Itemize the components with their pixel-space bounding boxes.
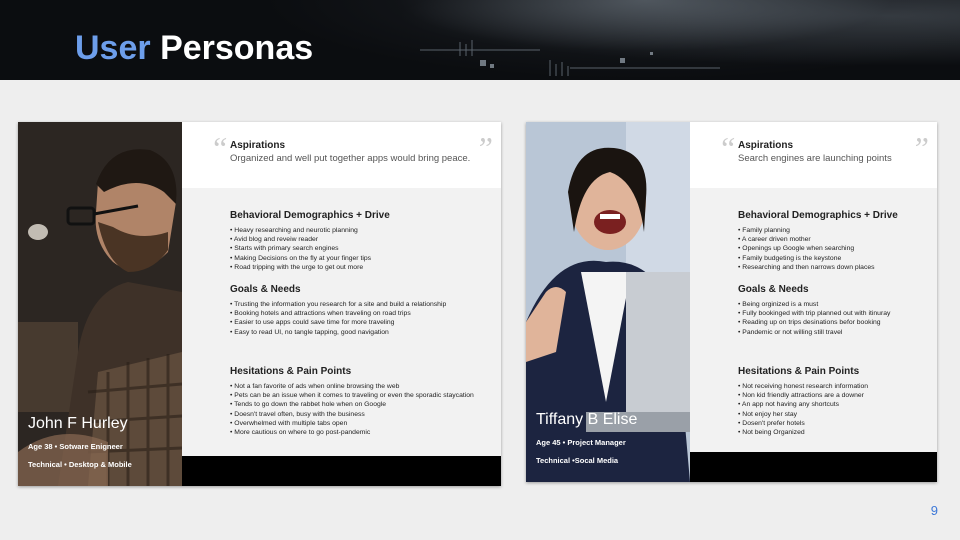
aspirations-heading: Aspirations: [738, 140, 794, 151]
persona-card-tiffany: Tiffany B Elise Age 45 • Project Manager…: [526, 122, 937, 482]
persona-technical: Technical •Socal Media: [536, 456, 619, 465]
open-quote-icon: “: [718, 130, 736, 166]
section-hesitations: Hesitations & Pain Points Not receiving …: [738, 366, 929, 437]
persona-details: “ Aspirations Search engines are launchi…: [690, 122, 937, 452]
section-hesitations: Hesitations & Pain Points Not a fan favo…: [230, 366, 493, 437]
list-item: Family budgeting is the keystone: [738, 254, 929, 263]
section-heading: Behavioral Demographics + Drive: [230, 210, 390, 221]
list-item: More cautious on where to go post-pandem…: [230, 428, 493, 437]
list-item: A career driven mother: [738, 235, 929, 244]
list-item: Making Decisions on the fly at your fing…: [230, 254, 493, 263]
page-title: User Personas: [75, 26, 313, 70]
list-item: Doesn't travel often, busy with the busi…: [230, 410, 493, 419]
persona-technical: Technical • Desktop & Mobile: [28, 460, 132, 469]
list-item: Non kid friendly attractions are a downe…: [738, 391, 929, 400]
persona-photo-tiffany: Tiffany B Elise Age 45 • Project Manager…: [526, 122, 690, 482]
header-tech-graphic: [420, 40, 720, 76]
title-accent-word: User: [75, 29, 151, 67]
close-quote-icon: ”: [475, 130, 493, 166]
list-item: Booking hotels and attractions when trav…: [230, 309, 493, 318]
section-heading: Hesitations & Pain Points: [738, 366, 860, 377]
list-item: Easier to use apps could save time for m…: [230, 318, 493, 327]
section-behavioral: Behavioral Demographics + Drive Heavy re…: [230, 210, 493, 272]
persona-name-block: Tiffany B Elise Age 45 • Project Manager…: [526, 410, 690, 482]
aspirations-box: “ Aspirations Search engines are launchi…: [690, 122, 937, 188]
persona-name: Tiffany B Elise: [536, 411, 638, 428]
list-item: Being orginized is a must: [738, 300, 929, 309]
card-footer-bar: [690, 452, 937, 482]
list-item: Not being Organized: [738, 428, 929, 437]
list-item: Not a fan favorite of ads when online br…: [230, 382, 493, 391]
aspirations-text: Search engines are launching points: [738, 153, 892, 164]
list-item: Road tripping with the urge to get out m…: [230, 263, 493, 272]
section-goals: Goals & Needs Trusting the information y…: [230, 284, 493, 337]
list-item: Openings up Google when searching: [738, 244, 929, 253]
list-item: Avid blog and reveiw reader: [230, 235, 493, 244]
persona-age-role: Age 38 • Sotware Enigneer: [28, 442, 123, 451]
list-item: Reading up on trips desinations befor bo…: [738, 318, 929, 327]
list-item: An app not having any shortcuts: [738, 400, 929, 409]
list-item: Starts with primary search engines: [230, 244, 493, 253]
aspirations-box: “ Aspirations Organized and well put tog…: [182, 122, 501, 188]
list-item: Pandemic or not willing still travel: [738, 328, 929, 337]
page-number: 9: [930, 503, 938, 518]
section-heading: Goals & Needs: [738, 284, 809, 295]
list-item: Dosen't prefer hotels: [738, 419, 929, 428]
persona-age-role: Age 45 • Project Manager: [536, 438, 626, 447]
open-quote-icon: “: [210, 130, 228, 166]
list-item: Trusting the information you research fo…: [230, 300, 493, 309]
list-item: Not receiving honest research informatio…: [738, 382, 929, 391]
section-goals: Goals & Needs Being orginized is a must …: [738, 284, 929, 337]
close-quote-icon: ”: [911, 130, 929, 166]
list-item: Easy to read UI, no tangle tapping, good…: [230, 328, 493, 337]
card-footer-bar: [182, 456, 501, 486]
list-item: Pets can be an issue when it comes to tr…: [230, 391, 493, 400]
list-item: Not enjoy her stay: [738, 410, 929, 419]
persona-card-john: John F Hurley Age 38 • Sotware Enigneer …: [18, 122, 501, 486]
persona-name-block: John F Hurley Age 38 • Sotware Enigneer …: [18, 414, 182, 486]
slide-header: User Personas: [0, 0, 960, 80]
list-item: Heavy researching and neurotic planning: [230, 226, 493, 235]
list-item: Fully bookinged with trip planned out wi…: [738, 309, 929, 318]
list-item: Tends to go down the rabbet hole when on…: [230, 400, 493, 409]
list-item: Overwhelmed with multiple tabs open: [230, 419, 493, 428]
section-heading: Goals & Needs: [230, 284, 301, 295]
section-heading: Hesitations & Pain Points: [230, 366, 352, 377]
persona-details: “ Aspirations Organized and well put tog…: [182, 122, 501, 456]
section-behavioral: Behavioral Demographics + Drive Family p…: [738, 210, 929, 272]
aspirations-heading: Aspirations: [230, 140, 286, 151]
title-main-word: Personas: [160, 29, 314, 67]
list-item: Family planning: [738, 226, 929, 235]
list-item: Researching and then narrows down places: [738, 263, 929, 272]
persona-photo-john: John F Hurley Age 38 • Sotware Enigneer …: [18, 122, 182, 486]
persona-name: John F Hurley: [28, 415, 128, 432]
section-heading: Behavioral Demographics + Drive: [738, 210, 898, 221]
aspirations-text: Organized and well put together apps wou…: [230, 153, 471, 164]
